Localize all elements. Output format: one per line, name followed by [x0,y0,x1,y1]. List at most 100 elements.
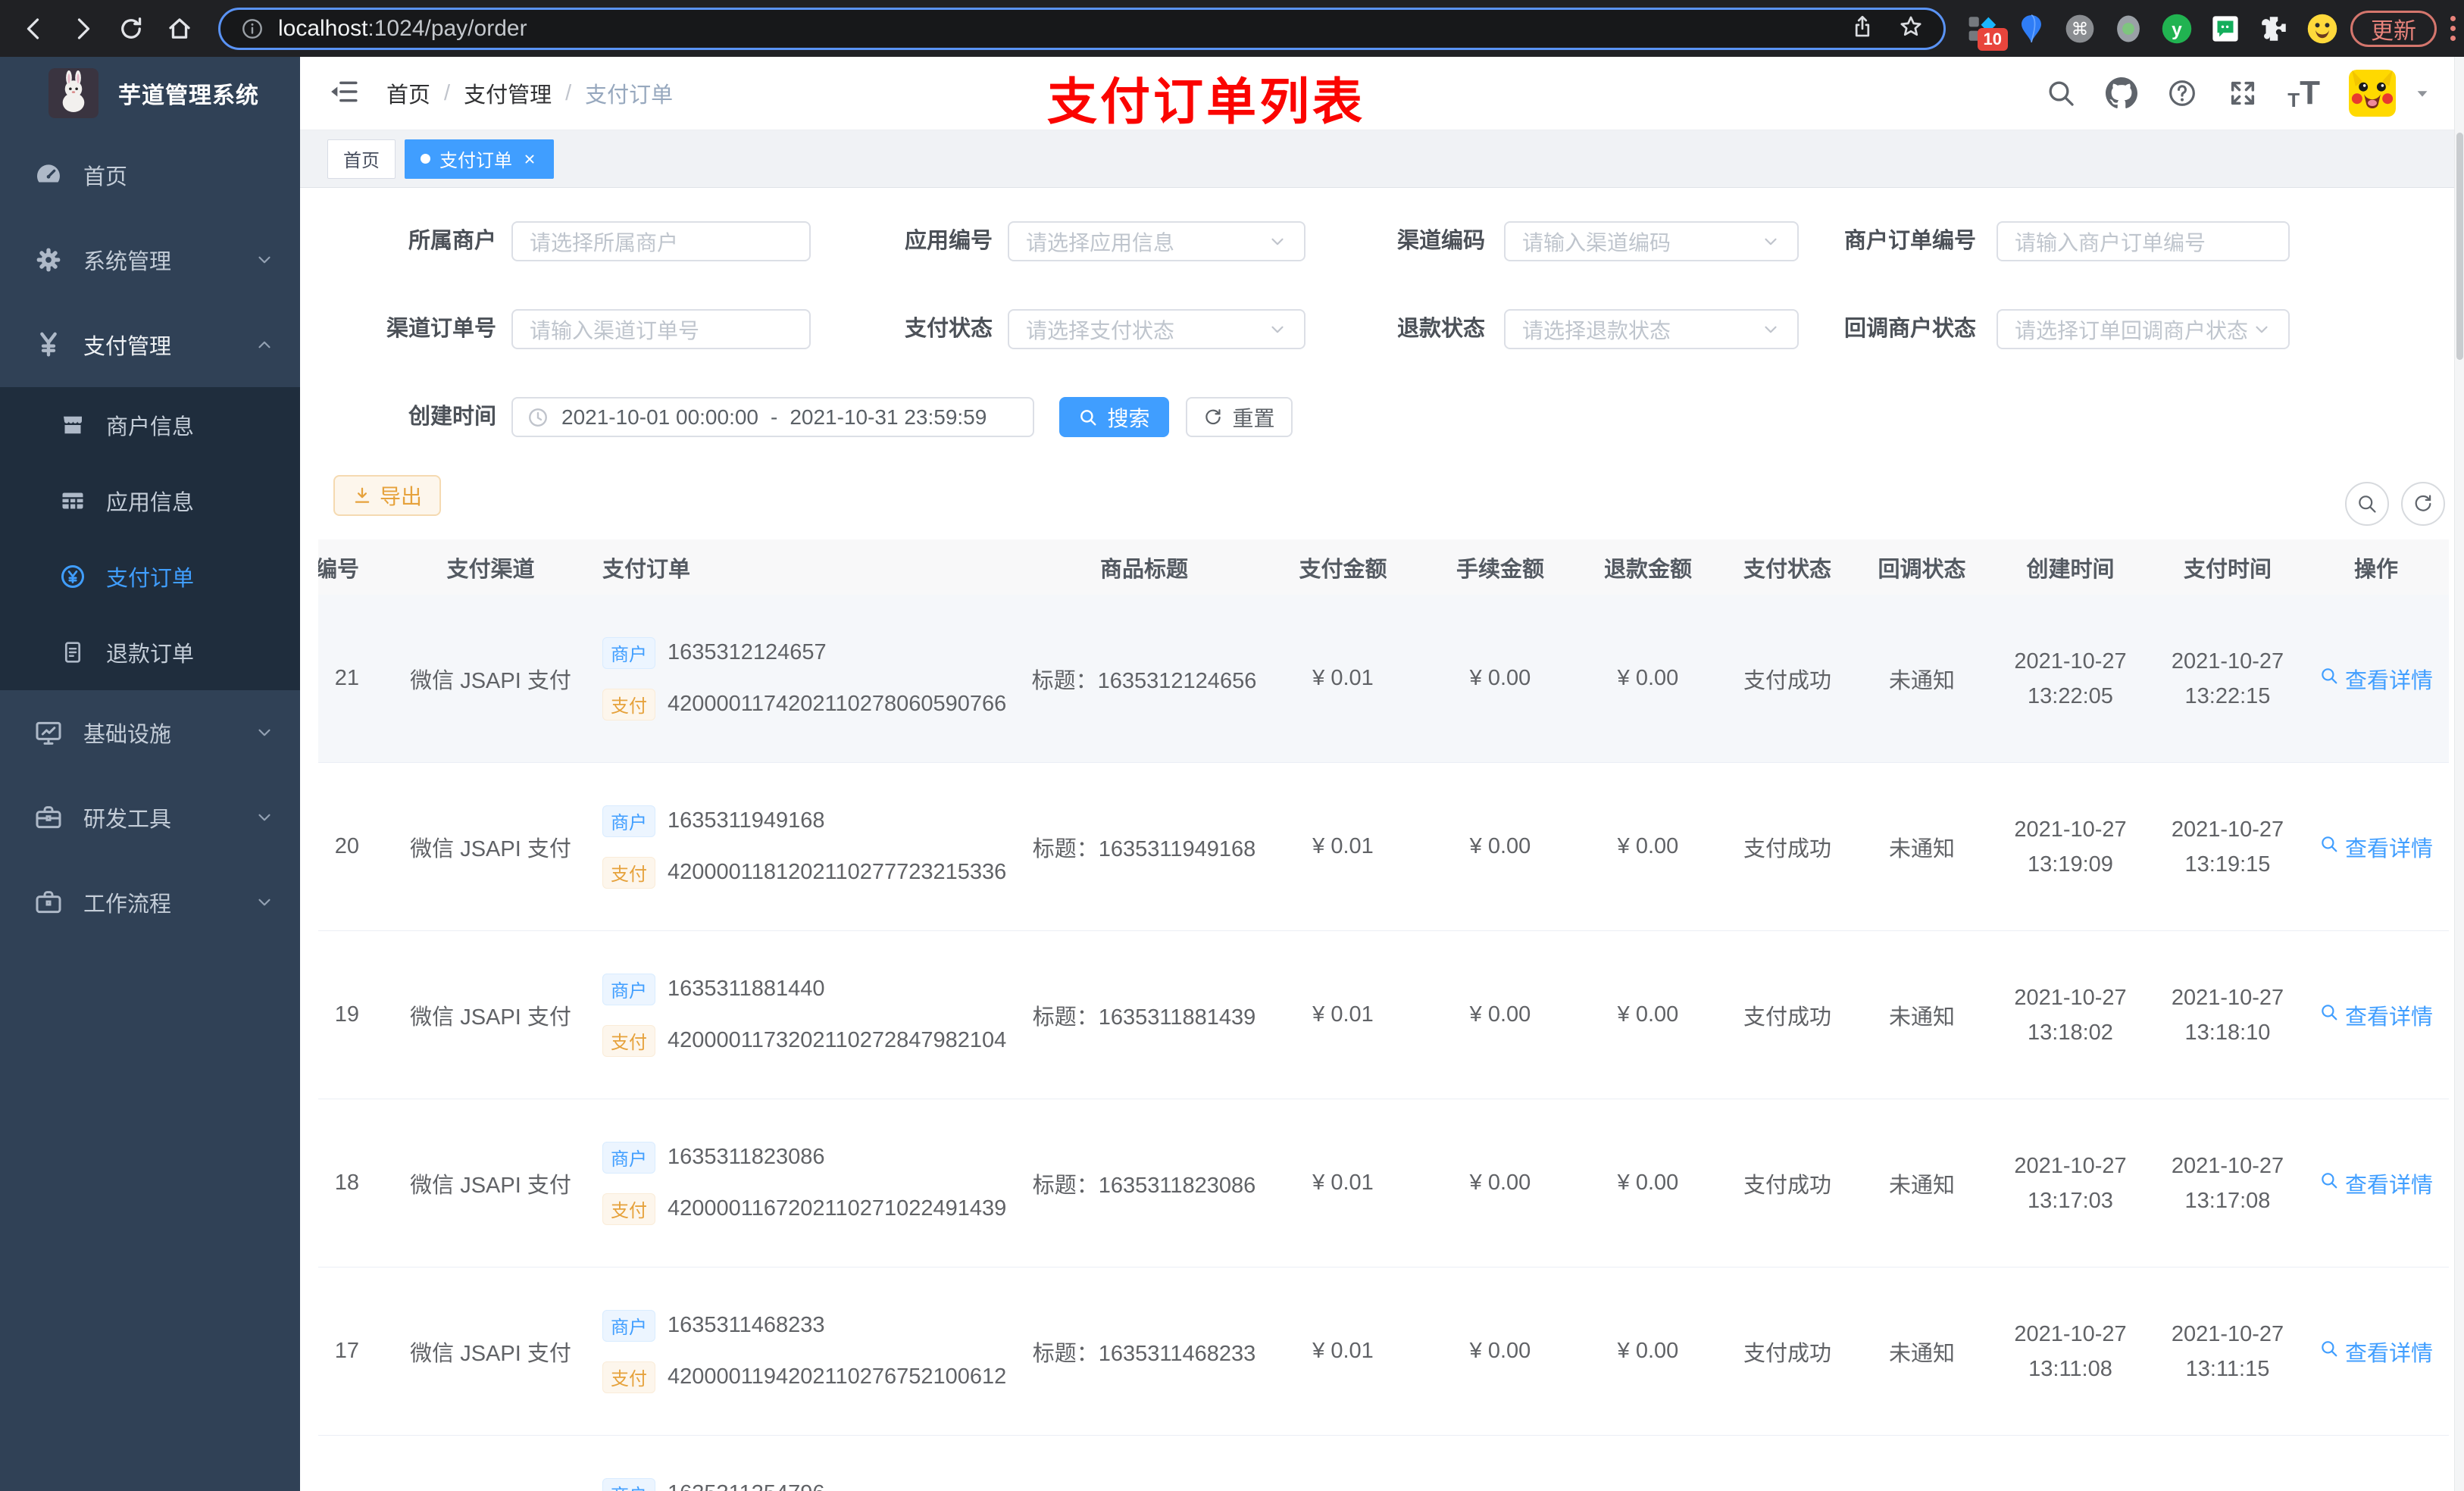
view-detail-link[interactable]: 查看详情 [2319,999,2433,1031]
pay-status: 支付成功 [1743,668,1831,693]
column-header-4: 支付金额 [1299,557,1387,582]
search-icon[interactable] [2045,77,2077,109]
sidebar-item-home[interactable]: 首页 [0,133,300,217]
refresh-icon[interactable] [2401,482,2445,526]
search-button[interactable]: 搜索 [1059,397,1169,437]
share-icon[interactable] [1850,14,1875,43]
avatar[interactable] [2349,70,2396,117]
fee-amount: ¥ 0.00 [1469,1339,1531,1363]
filter-row-1: 所属商户 请选择所属商户 应用编号 请选择应用信息 渠道编码 请输入渠道编码 商… [300,221,2464,261]
forward-arrow-icon[interactable] [65,11,100,46]
sidebar-item-pay-order[interactable]: 支付订单 [0,539,300,614]
table-row: 商户1635311354796 支付 [318,1436,2449,1491]
smiley-extension-icon[interactable] [2306,13,2338,45]
scrollbar-thumb[interactable] [2456,133,2463,360]
pay-amount: ¥ 0.01 [1312,1002,1374,1027]
sidebar-item-merchant-info[interactable]: 商户信息 [0,387,300,463]
magnifier-icon [2319,1339,2339,1364]
browser-menu-icon[interactable] [2447,13,2459,44]
view-detail-link[interactable]: 查看详情 [2319,663,2433,695]
magnifier-icon [2319,834,2339,860]
breadcrumb: 首页 / 支付管理 / 支付订单 [386,77,673,109]
tab-home[interactable]: 首页 [327,139,396,179]
pay-amount: ¥ 0.01 [1312,834,1374,858]
pay-order-no: 4200001181202110277723215336 [668,860,1007,884]
filter-row-2: 渠道订单号 请输入渠道订单号 支付状态 请选择支付状态 退款状态 请选择退款状态… [300,309,2464,349]
main-area: 首页 / 支付管理 / 支付订单 支付订单列表 TT 首页 支付订单 所属商户 … [300,57,2464,1491]
breadcrumb-pay-mgmt[interactable]: 支付管理 [464,77,552,109]
filter-merchant-input[interactable]: 请选择所属商户 [511,221,811,261]
app-logo[interactable]: 芋道管理系统 [0,57,300,129]
rabbit-logo-icon [48,67,98,118]
github-icon[interactable] [2106,77,2138,109]
filter-callback-status-select[interactable]: 请选择订单回调商户状态 [1997,309,2290,349]
goods-title: 标题：1635311468233 [1032,1341,1256,1366]
puzzle-extension-icon[interactable] [2258,13,2290,45]
address-bar[interactable]: localhost:1024/pay/order [218,7,1946,50]
sidebar-item-refund-order[interactable]: 退款订单 [0,614,300,690]
chat-extension-icon[interactable] [2209,13,2241,45]
pay-channel: 微信 JSAPI 支付 [410,668,571,693]
sidebar-item-payment[interactable]: 支付管理 [0,302,300,387]
command-extension-icon[interactable]: ⌘ [2064,13,2096,45]
filter-channel-order-no-input[interactable]: 请输入渠道订单号 [511,309,811,349]
magnifier-icon [2319,1002,2339,1028]
sidebar-item-dev-tools[interactable]: 研发工具 [0,775,300,860]
fold-menu-icon[interactable] [329,77,362,110]
show-search-icon[interactable] [2345,482,2389,526]
filter-label-create-time: 创建时间 [408,405,496,429]
pay-channel: 微信 JSAPI 支付 [410,1005,571,1030]
sidebar-item-app-info[interactable]: 应用信息 [0,463,300,539]
filter-label-pay-status: 支付状态 [904,317,993,341]
column-header-2: 支付订单 [602,557,691,582]
table-row: 21 微信 JSAPI 支付 商户 1635312124657 支付 4200001… [318,595,2449,763]
filter-refund-status-select[interactable]: 请选择退款状态 [1504,309,1799,349]
back-arrow-icon[interactable] [17,11,52,46]
table-row: 20 微信 JSAPI 支付 商户 1635311949168 支付 4200001… [318,763,2449,931]
create-time-range-picker[interactable]: 2021-10-01 00:00:00 - 2021-10-31 23:59:5… [511,397,1034,437]
extensions-strip: 10 ⌘ y [1967,13,2338,51]
page-content: 所属商户 请选择所属商户 应用编号 请选择应用信息 渠道编码 请输入渠道编码 商… [300,188,2464,1491]
filter-pay-status-select[interactable]: 请选择支付状态 [1008,309,1305,349]
breadcrumb-home[interactable]: 首页 [386,77,430,109]
blocks-extension-icon[interactable]: 10 [1967,13,2008,51]
merchant-order-no: 1635311823086 [668,1145,825,1169]
pay-order-tag: 支付 [602,1024,655,1057]
sidebar-item-workflow[interactable]: 工作流程 [0,860,300,945]
y-extension-icon[interactable]: y [2161,13,2193,45]
view-detail-link[interactable]: 查看详情 [2319,1336,2433,1368]
dot-extension-icon[interactable] [2112,13,2144,45]
close-icon[interactable] [521,151,538,167]
home-icon[interactable] [162,11,197,46]
gear-icon [33,245,64,275]
callback-status: 未通知 [1888,836,1955,861]
sidebar-menu: 首页 系统管理 支付管理 商户信息 应用信息 支付订单 退款订单 基础设施 研发… [0,133,300,945]
question-icon[interactable] [2166,77,2198,109]
toolbox-icon [33,802,64,833]
filter-app-no-select[interactable]: 请选择应用信息 [1008,221,1305,261]
filter-label-merchant: 所属商户 [408,229,496,253]
view-detail-link[interactable]: 查看详情 [2319,831,2433,863]
reset-button[interactable]: 重置 [1186,397,1293,437]
active-dot-icon [421,154,430,164]
reload-icon[interactable] [114,11,149,46]
sidebar-item-infrastructure[interactable]: 基础设施 [0,690,300,775]
view-detail-link[interactable]: 查看详情 [2319,1167,2433,1199]
filter-channel-code-select[interactable]: 请输入渠道编码 [1504,221,1799,261]
balloon-extension-icon[interactable] [2015,13,2047,45]
filter-merchant-order-no-input[interactable]: 请输入商户订单编号 [1997,221,2290,261]
caret-down-icon[interactable] [2414,85,2431,102]
page-scrollbar[interactable] [2454,57,2464,1491]
chevron-down-icon [1268,320,1287,339]
export-button[interactable]: 导出 [333,475,441,516]
sidebar-item-system[interactable]: 系统管理 [0,217,300,302]
update-button[interactable]: 更新 [2350,10,2437,47]
merchant-order-no: 1635311354796 [668,1481,825,1491]
filter-label-merchant-order-no: 商户订单编号 [1843,229,1976,253]
star-icon[interactable] [1898,14,1924,43]
font-size-icon[interactable]: TT [2287,77,2320,111]
pay-channel: 微信 JSAPI 支付 [410,1173,571,1198]
info-icon[interactable] [240,17,264,41]
fullscreen-icon[interactable] [2227,77,2259,109]
tab-pay-order[interactable]: 支付订单 [405,139,554,179]
